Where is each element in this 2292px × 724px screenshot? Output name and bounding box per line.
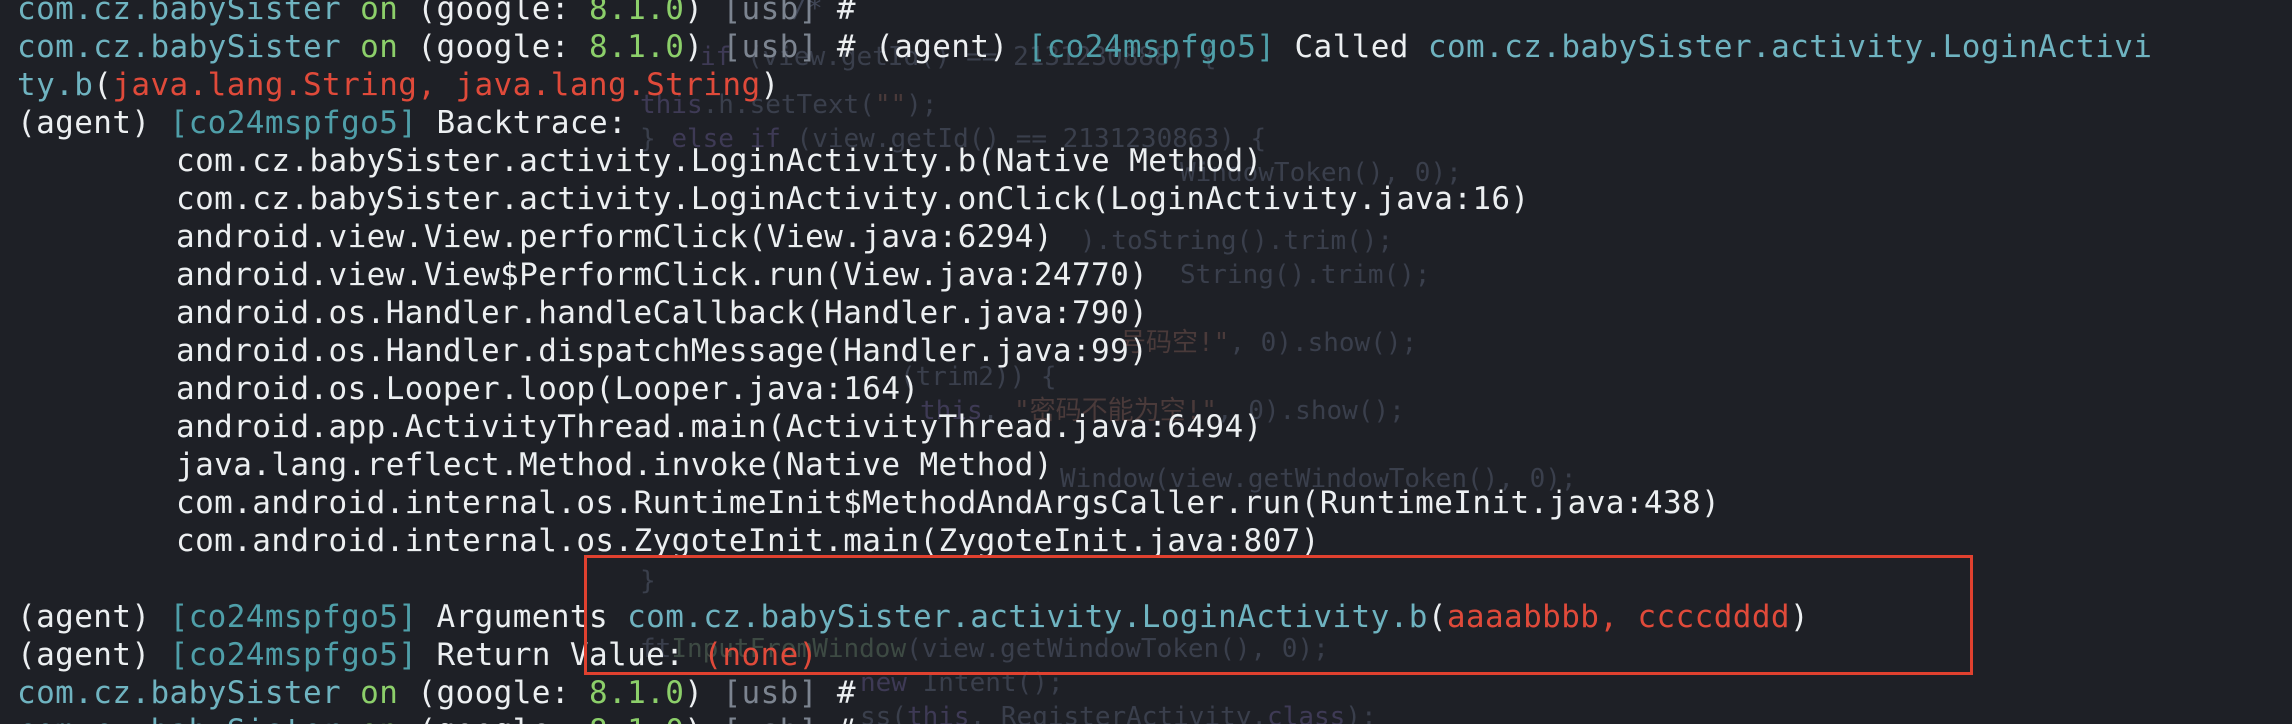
job-id: [co24mspfgo5] <box>169 637 418 673</box>
prompt-version: 8.1.0 <box>588 0 685 27</box>
job-id: [co24mspfgo5] <box>1027 29 1276 65</box>
prompt-device-open: (google: <box>417 675 589 711</box>
backtrace-frame: com.android.internal.os.RuntimeInit$Meth… <box>176 485 1721 521</box>
called-method-part1: com.cz.babySister.activity.LoginActivi <box>1427 29 2153 65</box>
backtrace-frame: android.os.Handler.handleCallback(Handle… <box>176 295 1149 331</box>
called-line: com.cz.babySister on (google: 8.1.0) [us… <box>17 28 2287 66</box>
prompt-on: on <box>360 713 398 724</box>
arguments-label: Arguments <box>436 599 609 635</box>
backtrace-frame: com.cz.babySister.activity.LoginActivity… <box>176 143 1263 179</box>
called-args: java.lang.String, java.lang.String <box>112 67 761 103</box>
prompt-version: 8.1.0 <box>589 713 684 724</box>
backtrace-frame: android.app.ActivityThread.main(Activity… <box>176 409 1263 445</box>
prompt-line[interactable]: com.cz.babySister on (google: 8.1.0) [us… <box>17 674 2287 712</box>
called-args-open: ( <box>93 67 113 103</box>
prompt-device-close: ) <box>684 0 704 27</box>
prompt-device-open: (google: <box>417 0 589 27</box>
prompt-line: com.cz.babySister on (google: 8.1.0) [us… <box>17 0 2287 28</box>
prompt-package: com.cz.babySister <box>17 713 341 724</box>
prompt-on: on <box>360 29 399 65</box>
prompt-package: com.cz.babySister <box>17 29 342 65</box>
backtrace-frame: android.view.View$PerformClick.run(View.… <box>176 257 1149 293</box>
prompt-hash: # <box>836 0 856 27</box>
prompt-version: 8.1.0 <box>588 29 685 65</box>
prompt-device-close: ) <box>684 675 704 711</box>
backtrace-frame: android.os.Handler.dispatchMessage(Handl… <box>176 333 1149 369</box>
prompt-device-close: ) <box>684 29 704 65</box>
backtrace-frame: com.cz.babySister.activity.LoginActivity… <box>176 181 1530 217</box>
prompt-line[interactable]: com.cz.babySister on (google: 8.1.0) [us… <box>17 712 2287 724</box>
prompt-on: on <box>360 675 399 711</box>
prompt-on: on <box>360 0 399 27</box>
agent-label: (agent) <box>17 599 151 635</box>
prompt-hash: # <box>836 29 856 65</box>
agent-label: (agent) <box>875 29 1009 65</box>
terminal-window[interactable]: /* if (view.getId() == 2131230888) { thi… <box>0 0 2292 724</box>
prompt-hash: # <box>837 713 856 724</box>
prompt-usb: [usb] <box>722 29 818 65</box>
job-id: [co24mspfgo5] <box>169 599 418 635</box>
agent-label: (agent) <box>17 637 151 673</box>
prompt-device-open: (google: <box>417 29 589 65</box>
called-args-close: ) <box>760 67 780 103</box>
backtrace-title: Backtrace: <box>436 105 628 141</box>
agent-label: (agent) <box>17 105 151 141</box>
prompt-usb: [usb] <box>722 675 818 711</box>
called-word: Called <box>1294 29 1409 65</box>
called-method-part2: ty.b <box>17 67 94 103</box>
prompt-device-close: ) <box>684 713 703 724</box>
highlight-annotation-box <box>584 555 1973 675</box>
prompt-usb: [usb] <box>722 713 817 724</box>
backtrace-frame: java.lang.reflect.Method.invoke(Native M… <box>176 447 1053 483</box>
called-line-wrap: ty.b(java.lang.String, java.lang.String) <box>17 66 2287 104</box>
prompt-hash: # <box>836 675 856 711</box>
prompt-usb: [usb] <box>722 0 818 27</box>
prompt-package: com.cz.babySister <box>17 0 342 27</box>
backtrace-frame: android.os.Looper.loop(Looper.java:164) <box>176 371 920 407</box>
backtrace-frame: android.view.View.performClick(View.java… <box>176 219 1053 255</box>
prompt-version: 8.1.0 <box>588 675 685 711</box>
job-id: [co24mspfgo5] <box>169 105 418 141</box>
prompt-package: com.cz.babySister <box>17 675 342 711</box>
prompt-device-open: (google: <box>417 713 589 724</box>
backtrace-header: (agent) [co24mspfgo5] Backtrace: <box>17 104 2287 142</box>
